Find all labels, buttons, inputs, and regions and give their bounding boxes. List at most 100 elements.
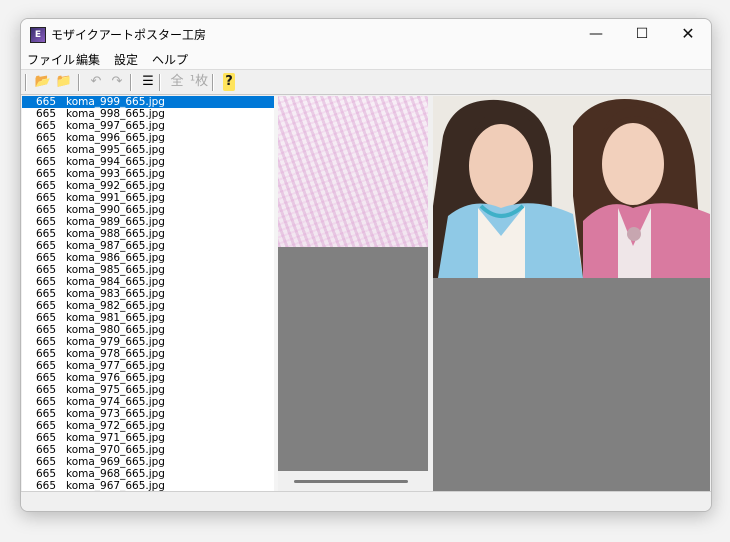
list-item-filename: koma_998_665.jpg [66,108,165,120]
list-item[interactable]: 665 koma_982_665.jpg [22,300,274,312]
list-item-number: 665 [36,300,57,312]
undo-icon[interactable]: ↶ [86,73,106,91]
list-item-filename: koma_968_665.jpg [66,468,165,480]
list-item[interactable]: 665 koma_973_665.jpg [22,408,274,420]
list-item[interactable]: 665 koma_999_665.jpg [22,96,274,108]
help-icon[interactable]: ? [223,73,235,91]
list-item[interactable]: 665 koma_971_665.jpg [22,432,274,444]
list-item[interactable]: 665 koma_990_665.jpg [22,204,274,216]
list-item-number: 665 [36,144,57,156]
list-item[interactable]: 665 koma_988_665.jpg [22,228,274,240]
menu-file[interactable]: ファイル [27,51,75,68]
list-item-filename: koma_980_665.jpg [66,324,165,336]
list-item[interactable]: 665 koma_975_665.jpg [22,384,274,396]
menu-help[interactable]: ヘルプ [152,51,188,68]
list-item[interactable]: 665 koma_969_665.jpg [22,456,274,468]
list-item-number: 665 [36,216,57,228]
list-item-number: 665 [36,456,57,468]
list-item-number: 665 [36,180,57,192]
list-view-icon[interactable]: ☰ [138,73,158,91]
one-sheet-icon[interactable]: ¹枚 [189,73,209,91]
list-item-number: 665 [36,288,57,300]
list-item[interactable]: 665 koma_992_665.jpg [22,180,274,192]
list-item[interactable]: 665 koma_994_665.jpg [22,156,274,168]
list-item[interactable]: 665 koma_970_665.jpg [22,444,274,456]
list-item[interactable]: 665 koma_980_665.jpg [22,324,274,336]
list-item[interactable]: 665 koma_987_665.jpg [22,240,274,252]
list-item-filename: koma_977_665.jpg [66,360,165,372]
list-item-number: 665 [36,384,57,396]
list-item-number: 665 [36,96,57,108]
tile-preview-pane [278,96,428,491]
list-item[interactable]: 665 koma_979_665.jpg [22,336,274,348]
menu-settings[interactable]: 設定 [114,51,138,68]
file-list[interactable]: 665 koma_999_665.jpg 665 koma_998_665.jpg 66… [22,96,275,491]
list-item[interactable]: 665 koma_996_665.jpg [22,132,274,144]
tile-image [278,96,428,247]
toolbar-separator [130,74,132,91]
status-bar [21,491,711,511]
minimize-button[interactable]: — [573,19,619,49]
list-item[interactable]: 665 koma_972_665.jpg [22,420,274,432]
list-item[interactable]: 665 koma_978_665.jpg [22,348,274,360]
list-item-number: 665 [36,192,57,204]
toolbar-separator [25,74,27,91]
list-item[interactable]: 665 koma_995_665.jpg [22,144,274,156]
list-item-number: 665 [36,396,57,408]
toolbar-separator [159,74,161,91]
menu-bar: ファイル 編集 設定 ヘルプ [21,49,711,70]
app-window: E モザイクアートポスター工房 — ☐ ✕ ファイル 編集 設定 ヘルプ 📂 📁 ↶… [20,18,712,512]
list-item-filename: koma_995_665.jpg [66,144,165,156]
list-item-filename: koma_996_665.jpg [66,132,165,144]
maximize-button[interactable]: ☐ [619,19,665,49]
window-title: モザイクアートポスター工房 [51,28,207,42]
list-item-number: 665 [36,228,57,240]
redo-icon[interactable]: ↷ [107,73,127,91]
list-item-filename: koma_969_665.jpg [66,456,165,468]
list-item[interactable]: 665 koma_985_665.jpg [22,264,274,276]
list-item-filename: koma_989_665.jpg [66,216,165,228]
list-item[interactable]: 665 koma_977_665.jpg [22,360,274,372]
list-item-number: 665 [36,444,57,456]
tile-pane-scrollbar[interactable] [278,471,428,491]
list-item-number: 665 [36,168,57,180]
list-item[interactable]: 665 koma_998_665.jpg [22,108,274,120]
list-item-number: 665 [36,240,57,252]
menu-edit[interactable]: 編集 [76,51,100,68]
list-item-filename: koma_988_665.jpg [66,228,165,240]
close-button[interactable]: ✕ [665,19,711,49]
list-item-filename: koma_982_665.jpg [66,300,165,312]
list-item-number: 665 [36,252,57,264]
list-item[interactable]: 665 koma_984_665.jpg [22,276,274,288]
list-item-filename: koma_990_665.jpg [66,204,165,216]
list-item[interactable]: 665 koma_983_665.jpg [22,288,274,300]
list-item-number: 665 [36,120,57,132]
list-item-number: 665 [36,204,57,216]
list-item-number: 665 [36,468,57,480]
list-item[interactable]: 665 koma_967_665.jpg [22,480,274,491]
list-item[interactable]: 665 koma_991_665.jpg [22,192,274,204]
list-item[interactable]: 665 koma_986_665.jpg [22,252,274,264]
all-icon[interactable]: 全 [167,73,187,91]
list-item[interactable]: 665 koma_997_665.jpg [22,120,274,132]
list-item-filename: koma_984_665.jpg [66,276,165,288]
list-item-filename: koma_983_665.jpg [66,288,165,300]
list-item-filename: koma_981_665.jpg [66,312,165,324]
list-item[interactable]: 665 koma_981_665.jpg [22,312,274,324]
list-item[interactable]: 665 koma_993_665.jpg [22,168,274,180]
app-icon: E [30,27,46,43]
title-bar[interactable]: E モザイクアートポスター工房 — ☐ ✕ [21,19,711,49]
new-folder-icon[interactable]: 📁 [54,73,74,91]
list-item[interactable]: 665 koma_974_665.jpg [22,396,274,408]
list-item-number: 665 [36,156,57,168]
open-folder-icon[interactable]: 📂 [33,73,53,91]
list-item[interactable]: 665 koma_989_665.jpg [22,216,274,228]
list-item[interactable]: 665 koma_976_665.jpg [22,372,274,384]
scrollbar-thumb[interactable] [294,480,408,483]
list-item-filename: koma_975_665.jpg [66,384,165,396]
list-item-number: 665 [36,336,57,348]
list-item-filename: koma_974_665.jpg [66,396,165,408]
toolbar-separator [78,74,80,91]
list-item-filename: koma_987_665.jpg [66,240,165,252]
list-item[interactable]: 665 koma_968_665.jpg [22,468,274,480]
